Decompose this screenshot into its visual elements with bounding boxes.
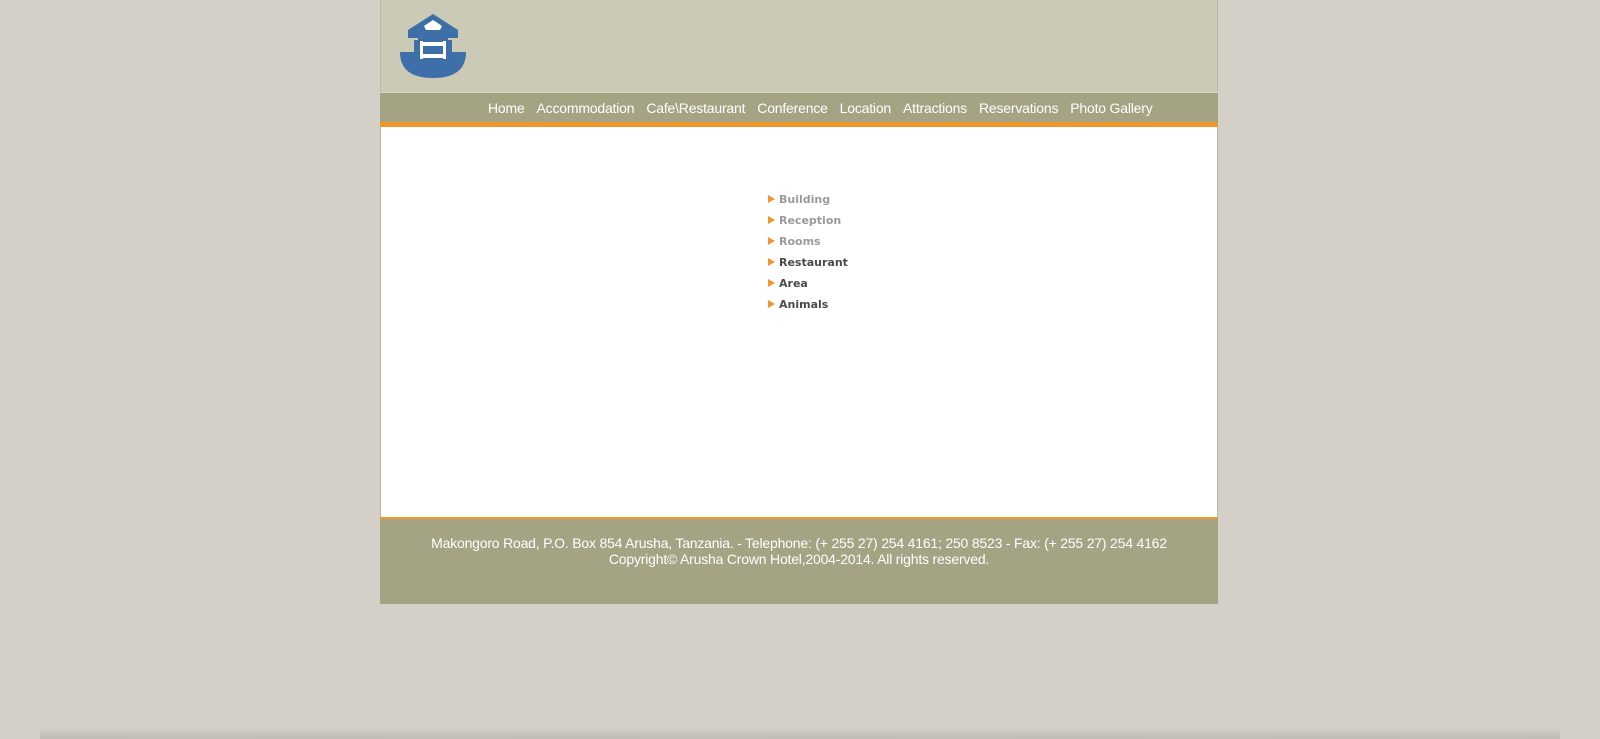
arrow-right-icon	[768, 258, 775, 266]
page-container: Home Accommodation Cafe\Restaurant Confe…	[380, 0, 1218, 604]
arrow-right-icon	[768, 279, 775, 287]
main-nav: Home Accommodation Cafe\Restaurant Confe…	[380, 92, 1218, 122]
nav-home[interactable]: Home	[488, 100, 525, 116]
main-content: Building Reception Rooms Restaurant Area…	[380, 127, 1218, 517]
submenu-link-rooms[interactable]: Rooms	[779, 235, 821, 248]
submenu-link-area[interactable]: Area	[779, 277, 808, 290]
hotel-logo-icon[interactable]	[398, 12, 468, 80]
nav-cafe-restaurant[interactable]: Cafe\Restaurant	[646, 100, 745, 116]
nav-conference[interactable]: Conference	[757, 100, 828, 116]
submenu-item-animals: Animals	[768, 294, 848, 315]
footer-address: Makongoro Road, P.O. Box 854 Arusha, Tan…	[431, 535, 1167, 551]
submenu-item-building: Building	[768, 189, 848, 210]
submenu-item-reception: Reception	[768, 210, 848, 231]
submenu-item-area: Area	[768, 273, 848, 294]
bottom-shadow	[40, 727, 1560, 739]
arrow-right-icon	[768, 195, 775, 203]
nav-photo-gallery[interactable]: Photo Gallery	[1070, 100, 1152, 116]
footer-copyright: Copyright© Arusha Crown Hotel,2004-2014.…	[608, 551, 990, 567]
nav-reservations[interactable]: Reservations	[979, 100, 1059, 116]
submenu-link-building[interactable]: Building	[779, 193, 830, 206]
footer: Makongoro Road, P.O. Box 854 Arusha, Tan…	[380, 519, 1218, 604]
nav-accommodation[interactable]: Accommodation	[537, 100, 635, 116]
submenu-link-restaurant[interactable]: Restaurant	[779, 256, 848, 269]
submenu-item-restaurant: Restaurant	[768, 252, 848, 273]
gallery-submenu: Building Reception Rooms Restaurant Area…	[768, 189, 848, 315]
submenu-item-rooms: Rooms	[768, 231, 848, 252]
nav-attractions[interactable]: Attractions	[903, 100, 967, 116]
arrow-right-icon	[768, 216, 775, 224]
header	[380, 0, 1218, 92]
submenu-link-reception[interactable]: Reception	[779, 214, 841, 227]
arrow-right-icon	[768, 300, 775, 308]
submenu-link-animals[interactable]: Animals	[779, 298, 828, 311]
arrow-right-icon	[768, 237, 775, 245]
nav-location[interactable]: Location	[840, 100, 892, 116]
